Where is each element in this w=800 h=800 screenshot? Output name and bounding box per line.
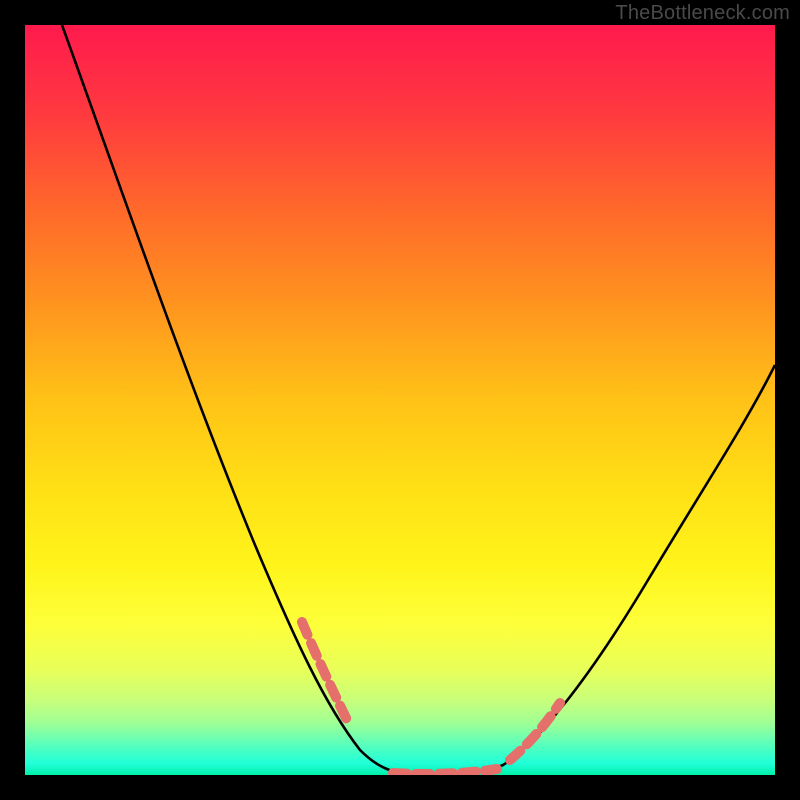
plot-area xyxy=(25,25,775,775)
overlay-bottom-dash xyxy=(393,769,497,774)
chart-frame: TheBottleneck.com xyxy=(0,0,800,800)
bottleneck-curve xyxy=(62,25,775,774)
overlay-left-dash xyxy=(302,622,347,720)
curve-layer xyxy=(25,25,775,775)
overlay-right-dash xyxy=(510,703,560,760)
watermark-text: TheBottleneck.com xyxy=(615,2,790,25)
